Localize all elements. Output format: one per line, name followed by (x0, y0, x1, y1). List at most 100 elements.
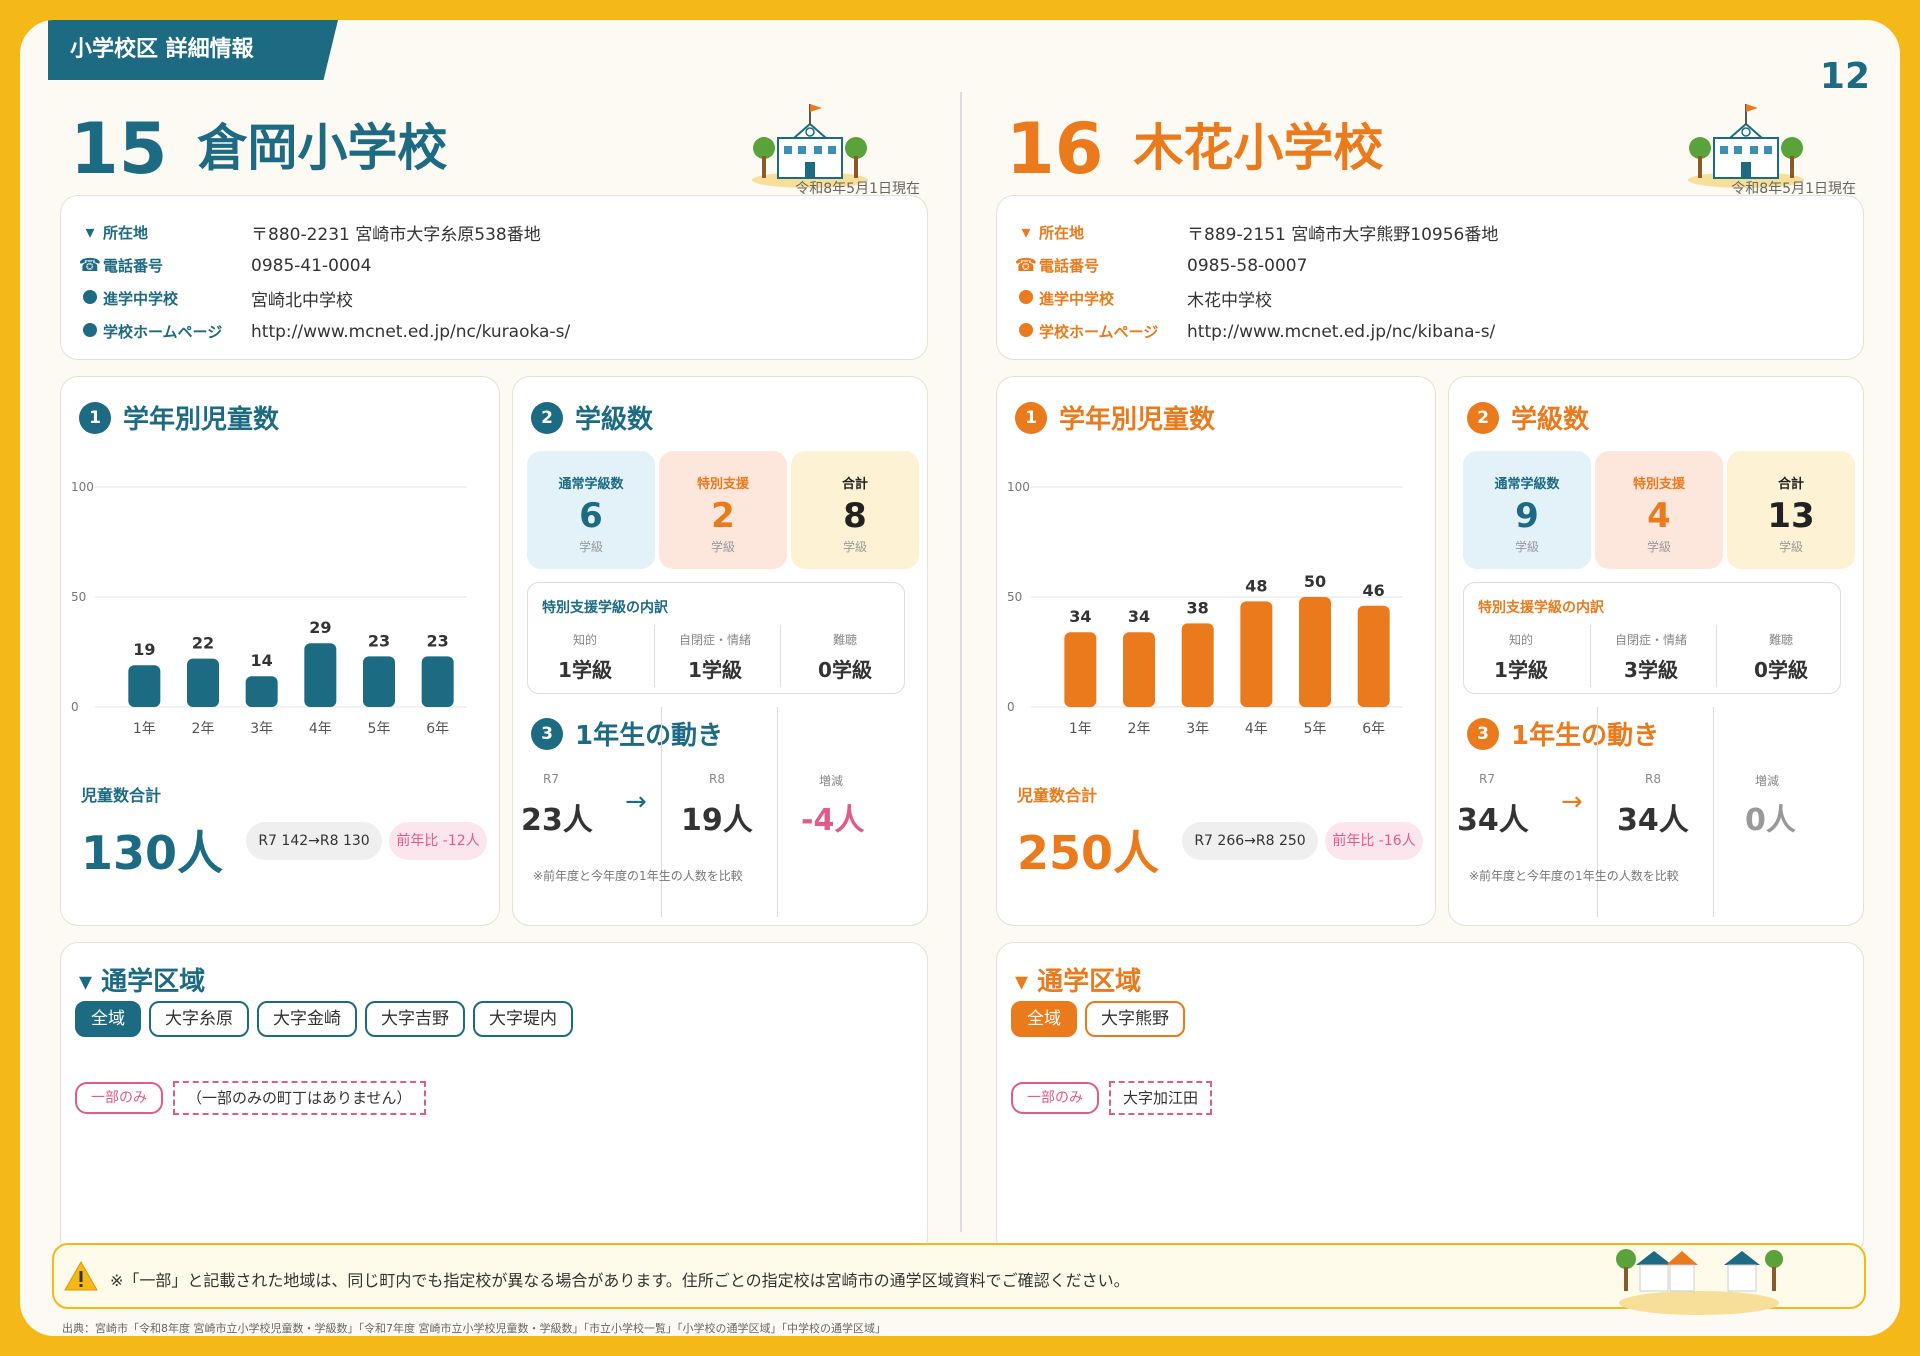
total-classes-label: 合計 (841, 477, 868, 492)
phone-row: ☎ 電話番号 0985-41-0004 (77, 249, 911, 282)
r8-first-grade: 19人 (681, 803, 753, 838)
school-info-card: ▾ 所在地 〒880-2231 宮崎市大字糸原538番地 ☎ 電話番号 0985… (60, 195, 928, 360)
bullet-icon (77, 288, 103, 309)
bar (363, 656, 395, 707)
bar-value-label: 23 (427, 631, 449, 650)
location-pin-icon: ▾ (1021, 222, 1031, 243)
area-chip-all: 全域 (1011, 1001, 1077, 1037)
homepage-link[interactable]: http://www.mcnet.ed.jp/nc/kibana-s/ (1187, 322, 1495, 342)
bar (187, 658, 219, 707)
bar-value-label: 46 (1363, 581, 1385, 600)
special-classes-value: 4 (1647, 496, 1671, 536)
x-tick-label: 3年 (1186, 721, 1209, 737)
students-by-grade-title: 1 学年別児童数 (1015, 399, 1215, 436)
section-number-badge: 3 (1467, 717, 1499, 750)
special-classes-box: 特別支援 4 学級 (1595, 451, 1723, 569)
bar (1181, 623, 1214, 707)
y-tick-label: 0 (1007, 700, 1015, 714)
x-tick-label: 1年 (1069, 721, 1092, 737)
area-chip-list: 全域 大字糸原 大字金崎 大字吉野 大字堤内 (75, 1001, 573, 1037)
class-count-title: 2 学級数 (531, 399, 653, 436)
breakdown-hearing: 難聴 0学級 (818, 633, 872, 682)
class-count-card: 2 学級数 通常学級数 6 学級 特別支援 2 学級 合計 8 学級 特別支援学… (512, 376, 928, 926)
bar (304, 643, 337, 707)
location-pin-icon: ▾ (85, 222, 95, 243)
homepage-row: 学校ホームページ http://www.mcnet.ed.jp/nc/kurao… (77, 315, 911, 348)
notice-text: ※「一部」と記載された地域は、同じ町内でも指定校が異なる場合があります。住所ごと… (110, 1271, 1130, 1290)
special-classes-value: 2 (711, 496, 735, 536)
location-pin-icon: ▾ (79, 967, 102, 997)
bar-value-label: 38 (1187, 598, 1209, 617)
area-chip: 大字金崎 (257, 1001, 357, 1037)
school-area-card: ▾ 通学区域 全域 大字熊野 一部のみ 大字加江田 (996, 942, 1864, 1256)
address-row: ▾ 所在地 〒889-2151 宮崎市大字熊野10956番地 (1013, 216, 1847, 249)
y-tick-label: 50 (71, 590, 86, 604)
section-number-badge: 1 (1015, 401, 1047, 434)
section-title-text: 学級数 (575, 405, 654, 435)
year-compare-pill: R7 142→R8 130 (246, 822, 382, 860)
school-building-icon (752, 104, 868, 188)
school-number: 16 (1006, 108, 1104, 190)
address-value: 〒889-2151 宮崎市大字熊野10956番地 (1187, 225, 1499, 245)
bar (1357, 605, 1390, 707)
class-unit: 学級 (1646, 540, 1671, 554)
y-tick-label: 100 (1007, 480, 1030, 494)
section-title-text: 学年別児童数 (1059, 405, 1216, 435)
total-classes-box: 合計 8 学級 (791, 451, 919, 569)
houses-illustration-icon (1616, 1249, 1783, 1315)
class-count-title: 2 学級数 (1467, 399, 1589, 436)
bar-value-label: 22 (192, 634, 214, 653)
x-tick-label: 6年 (1362, 721, 1385, 737)
special-classes-box: 特別支援 2 学級 (659, 451, 787, 569)
total-classes-value: 13 (1767, 496, 1815, 536)
bar (128, 665, 161, 707)
school-area-title: ▾ 通学区域 (1015, 967, 1142, 997)
phone-icon: ☎ (1014, 255, 1038, 276)
students-bar-chart: 0 50 100 34 1年 34 2年 38 3年 48 4年 50 5年 46 6年 (1007, 480, 1403, 737)
homepage-row: 学校ホームページ http://www.mcnet.ed.jp/nc/kiban… (1013, 315, 1847, 348)
section-number-badge: 3 (531, 717, 563, 750)
first-grade-change: 0人 (1745, 803, 1796, 838)
regular-classes-label: 通常学級数 (558, 477, 624, 492)
section-number-badge: 2 (1467, 401, 1499, 434)
middle-school-value: 宮崎北中学校 (251, 291, 353, 311)
arrow-right-icon: → (1561, 787, 1583, 817)
bar-value-label: 34 (1069, 607, 1091, 626)
bar-value-label: 50 (1304, 572, 1326, 591)
students-bar-chart: 0 50 100 19 1年 22 2年 14 3年 29 4年 23 5年 23 6年 (71, 480, 467, 737)
area-chip-list: 全域 大字熊野 (1011, 1001, 1185, 1037)
r8-label: R8 (709, 772, 725, 786)
regular-classes-box: 通常学級数 6 学級 (527, 451, 655, 569)
total-classes-box: 合計 13 学級 (1727, 451, 1855, 569)
area-chip: 大字糸原 (149, 1001, 249, 1037)
r7-first-grade: 23人 (521, 803, 593, 838)
address-row: ▾ 所在地 〒880-2231 宮崎市大字糸原538番地 (77, 216, 911, 249)
total-students-value: 250人 (1017, 826, 1160, 880)
partial-area-value: （一部のみの町丁はありません） (173, 1081, 426, 1115)
change-label: 増減 (819, 774, 844, 788)
bar-value-label: 48 (1245, 576, 1267, 595)
year-compare-pill: R7 266→R8 250 (1182, 822, 1318, 860)
bar-value-label: 19 (133, 640, 155, 659)
class-unit: 学級 (578, 540, 603, 554)
section-title-text: 1年生の動き (1511, 721, 1660, 751)
x-tick-label: 5年 (1304, 721, 1327, 737)
special-breakdown-box: 特別支援学級の内訳 知的 1学級 自閉症・情緒 1学級 難聴 0学級 (527, 582, 905, 694)
partial-area-value: 大字加江田 (1109, 1081, 1213, 1115)
warning-icon (64, 1261, 98, 1291)
area-chip-all: 全域 (75, 1001, 141, 1037)
bar-value-label: 14 (251, 651, 273, 670)
phone-value: 0985-58-0007 (1187, 255, 1308, 276)
special-classes-label: 特別支援 (1632, 477, 1685, 492)
homepage-link[interactable]: http://www.mcnet.ed.jp/nc/kuraoka-s/ (251, 322, 570, 342)
x-tick-label: 6年 (426, 721, 449, 737)
partial-area-row: 一部のみ 大字加江田 (1011, 1081, 1213, 1115)
address-label: 所在地 (1039, 224, 1085, 242)
breakdown-title: 特別支援学級の内訳 (542, 600, 668, 616)
regular-classes-value: 6 (579, 496, 603, 536)
x-tick-label: 4年 (309, 721, 332, 737)
r7-label: R7 (1479, 772, 1495, 786)
partial-badge: 一部のみ (75, 1082, 163, 1114)
first-grade-change: -4人 (801, 803, 865, 838)
school-title: 15 倉岡小学校 (70, 108, 447, 190)
